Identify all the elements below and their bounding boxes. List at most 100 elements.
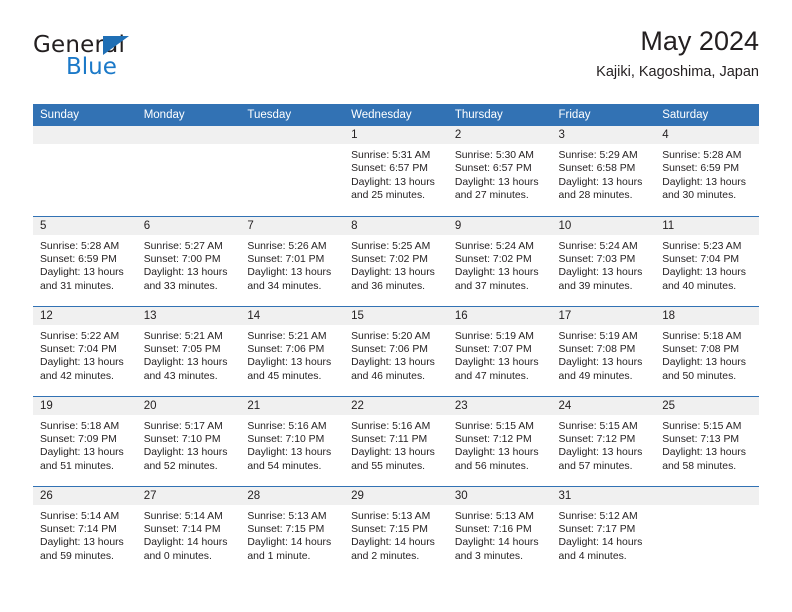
daylight-text-line1: Daylight: 13 hours <box>558 267 643 279</box>
sunrise-text: Sunrise: 5:18 AM <box>662 330 742 342</box>
calendar-day-cell[interactable]: 25 Sunrise: 5:15 AM Sunset: 7:13 PM Dayligh… <box>655 395 759 486</box>
sunset-text: Sunset: 7:17 PM <box>558 523 636 535</box>
weekday-header-row: Sunday Monday Tuesday Wednesday Thursday… <box>33 104 759 126</box>
daylight-text-line2: and 0 minutes. <box>143 550 212 562</box>
day-info: Sunrise: 5:12 AM Sunset: 7:17 PM Daylight:… <box>552 505 656 564</box>
sunrise-text: Sunrise: 5:17 AM <box>143 420 223 432</box>
calendar-page: General Blue May 2024 Kajiki, Kagoshima,… <box>0 0 792 612</box>
day-number: 22 <box>344 396 448 415</box>
day-number: 10 <box>551 216 656 235</box>
day-number: 7 <box>240 216 345 235</box>
daylight-text-line1: Daylight: 13 hours <box>454 176 539 188</box>
calendar-day-cell[interactable]: 3 Sunrise: 5:29 AM Sunset: 6:58 PM Daylight… <box>551 126 656 216</box>
calendar-day-cell[interactable]: 29 Sunrise: 5:13 AM Sunset: 7:15 PM Dayligh… <box>344 485 448 576</box>
day-number: 18 <box>655 306 759 325</box>
calendar-day-cell[interactable]: 11 Sunrise: 5:23 AM Sunset: 7:04 PM Dayligh… <box>655 215 759 306</box>
daylight-text-line2: and 58 minutes. <box>662 460 737 472</box>
daylight-text-line1: Daylight: 14 hours <box>247 537 332 549</box>
calendar-day-cell[interactable]: 5 Sunrise: 5:28 AM Sunset: 6:59 PM Daylight… <box>33 215 137 306</box>
calendar-day-cell[interactable]: 16 Sunrise: 5:19 AM Sunset: 7:07 PM Dayligh… <box>447 305 552 396</box>
daylight-text-line1: Daylight: 13 hours <box>662 267 746 279</box>
calendar-day-cell[interactable]: 27 Sunrise: 5:14 AM Sunset: 7:14 PM Dayligh… <box>136 485 241 576</box>
sunset-text: Sunset: 6:59 PM <box>40 253 117 265</box>
daylight-text-line2: and 49 minutes. <box>558 370 633 382</box>
calendar-day-cell[interactable]: 20 Sunrise: 5:17 AM Sunset: 7:10 PM Dayligh… <box>136 395 241 486</box>
calendar-day-cell[interactable]: 1 Sunrise: 5:31 AM Sunset: 6:57 PM Daylight… <box>344 126 448 216</box>
day-info: Sunrise: 5:27 AM Sunset: 7:00 PM Daylight:… <box>137 235 241 294</box>
sunset-text: Sunset: 7:10 PM <box>247 433 325 445</box>
calendar-day-cell[interactable]: 26 Sunrise: 5:14 AM Sunset: 7:14 PM Dayligh… <box>33 485 137 576</box>
day-number: 12 <box>33 306 137 325</box>
day-number: 15 <box>344 306 448 325</box>
calendar-day-cell[interactable]: 13 Sunrise: 5:21 AM Sunset: 7:05 PM Dayligh… <box>136 305 241 396</box>
calendar-day-cell[interactable]: 23 Sunrise: 5:15 AM Sunset: 7:12 PM Dayligh… <box>447 395 552 486</box>
weekday-header-wednesday: Wednesday <box>344 104 448 126</box>
calendar-day-cell[interactable]: 10 Sunrise: 5:24 AM Sunset: 7:03 PM Dayligh… <box>551 215 656 306</box>
page-title: May 2024 <box>640 26 759 56</box>
sunrise-text: Sunrise: 5:26 AM <box>247 240 327 252</box>
calendar-day-cell[interactable]: 31 Sunrise: 5:12 AM Sunset: 7:17 PM Dayligh… <box>551 485 656 576</box>
day-info: Sunrise: 5:14 AM Sunset: 7:14 PM Daylight:… <box>137 505 241 564</box>
sunrise-text: Sunrise: 5:27 AM <box>143 240 223 252</box>
day-info: Sunrise: 5:16 AM Sunset: 7:11 PM Daylight:… <box>344 415 448 474</box>
calendar-day-cell[interactable]: 28 Sunrise: 5:13 AM Sunset: 7:15 PM Dayligh… <box>240 485 345 576</box>
daylight-text-line2: and 2 minutes. <box>351 550 420 562</box>
sunrise-text: Sunrise: 5:16 AM <box>247 420 327 432</box>
day-number: 9 <box>447 216 552 235</box>
day-number: 20 <box>136 396 241 415</box>
daylight-text-line1: Daylight: 13 hours <box>558 447 643 459</box>
sunset-text: Sunset: 7:06 PM <box>351 343 428 355</box>
calendar-day-cell[interactable]: 6 Sunrise: 5:27 AM Sunset: 7:00 PM Daylight… <box>136 215 241 306</box>
calendar-day-cell[interactable]: 22 Sunrise: 5:16 AM Sunset: 7:11 PM Dayligh… <box>344 395 448 486</box>
day-number <box>33 126 137 144</box>
calendar-day-cell[interactable]: 18 Sunrise: 5:18 AM Sunset: 7:08 PM Dayligh… <box>655 305 759 396</box>
sunset-text: Sunset: 7:04 PM <box>40 343 117 355</box>
day-number: 13 <box>136 306 241 325</box>
day-info: Sunrise: 5:24 AM Sunset: 7:02 PM Daylight:… <box>448 235 552 294</box>
daylight-text-line2: and 42 minutes. <box>40 370 114 382</box>
daylight-text-line1: Daylight: 13 hours <box>143 447 228 459</box>
day-number: 2 <box>447 126 552 144</box>
daylight-text-line2: and 37 minutes. <box>454 280 529 292</box>
calendar-day-cell[interactable]: 2 Sunrise: 5:30 AM Sunset: 6:57 PM Daylight… <box>447 126 552 216</box>
calendar-day-cell[interactable]: 21 Sunrise: 5:16 AM Sunset: 7:10 PM Dayligh… <box>240 395 345 486</box>
sunrise-text: Sunrise: 5:21 AM <box>143 330 223 342</box>
day-number: 3 <box>551 126 656 144</box>
sunset-text: Sunset: 7:06 PM <box>247 343 325 355</box>
weekday-header-sunday: Sunday <box>33 104 137 126</box>
day-info: Sunrise: 5:22 AM Sunset: 7:04 PM Daylight:… <box>33 325 137 384</box>
calendar-day-cell[interactable]: 7 Sunrise: 5:26 AM Sunset: 7:01 PM Daylight… <box>240 215 345 306</box>
calendar-day-cell[interactable]: 4 Sunrise: 5:28 AM Sunset: 6:59 PM Daylight… <box>655 126 759 216</box>
daylight-text-line2: and 39 minutes. <box>558 280 633 292</box>
daylight-text-line2: and 34 minutes. <box>247 280 322 292</box>
generalblue-logo[interactable]: General Blue <box>33 32 273 92</box>
daylight-text-line1: Daylight: 13 hours <box>351 267 435 279</box>
day-info: Sunrise: 5:18 AM Sunset: 7:09 PM Daylight:… <box>33 415 137 474</box>
sunset-text: Sunset: 7:12 PM <box>558 433 636 445</box>
daylight-text-line2: and 54 minutes. <box>247 460 322 472</box>
calendar-day-cell[interactable]: 15 Sunrise: 5:20 AM Sunset: 7:06 PM Dayligh… <box>344 305 448 396</box>
daylight-text-line2: and 4 minutes. <box>558 550 627 562</box>
daylight-text-line1: Daylight: 14 hours <box>558 537 643 549</box>
calendar-day-cell[interactable]: 24 Sunrise: 5:15 AM Sunset: 7:12 PM Dayligh… <box>551 395 656 486</box>
calendar-day-cell[interactable]: 14 Sunrise: 5:21 AM Sunset: 7:06 PM Dayligh… <box>240 305 345 396</box>
daylight-text-line1: Daylight: 13 hours <box>247 357 332 369</box>
calendar-day-cell[interactable]: 17 Sunrise: 5:19 AM Sunset: 7:08 PM Dayligh… <box>551 305 656 396</box>
sunrise-text: Sunrise: 5:28 AM <box>40 240 120 252</box>
logo-text-blue: Blue <box>66 54 117 80</box>
day-number: 30 <box>447 486 552 505</box>
day-info: Sunrise: 5:26 AM Sunset: 7:01 PM Daylight:… <box>240 235 344 294</box>
day-number: 27 <box>136 486 241 505</box>
calendar-day-cell[interactable]: 19 Sunrise: 5:18 AM Sunset: 7:09 PM Dayligh… <box>33 395 137 486</box>
sunrise-text: Sunrise: 5:15 AM <box>662 420 742 432</box>
calendar-day-cell[interactable]: 30 Sunrise: 5:13 AM Sunset: 7:16 PM Dayligh… <box>447 485 552 576</box>
page-subtitle: Kajiki, Kagoshima, Japan <box>596 64 759 81</box>
calendar-day-cell[interactable]: 8 Sunrise: 5:25 AM Sunset: 7:02 PM Daylight… <box>344 215 448 306</box>
daylight-text-line2: and 30 minutes. <box>662 190 737 202</box>
calendar-day-cell[interactable]: 12 Sunrise: 5:22 AM Sunset: 7:04 PM Dayligh… <box>33 305 137 396</box>
sunset-text: Sunset: 7:13 PM <box>662 433 740 445</box>
sunrise-text: Sunrise: 5:30 AM <box>454 150 534 161</box>
calendar-day-cell[interactable]: 9 Sunrise: 5:24 AM Sunset: 7:02 PM Daylight… <box>447 215 552 306</box>
sunset-text: Sunset: 6:59 PM <box>662 163 740 175</box>
day-info: Sunrise: 5:28 AM Sunset: 6:59 PM Daylight:… <box>33 235 137 294</box>
